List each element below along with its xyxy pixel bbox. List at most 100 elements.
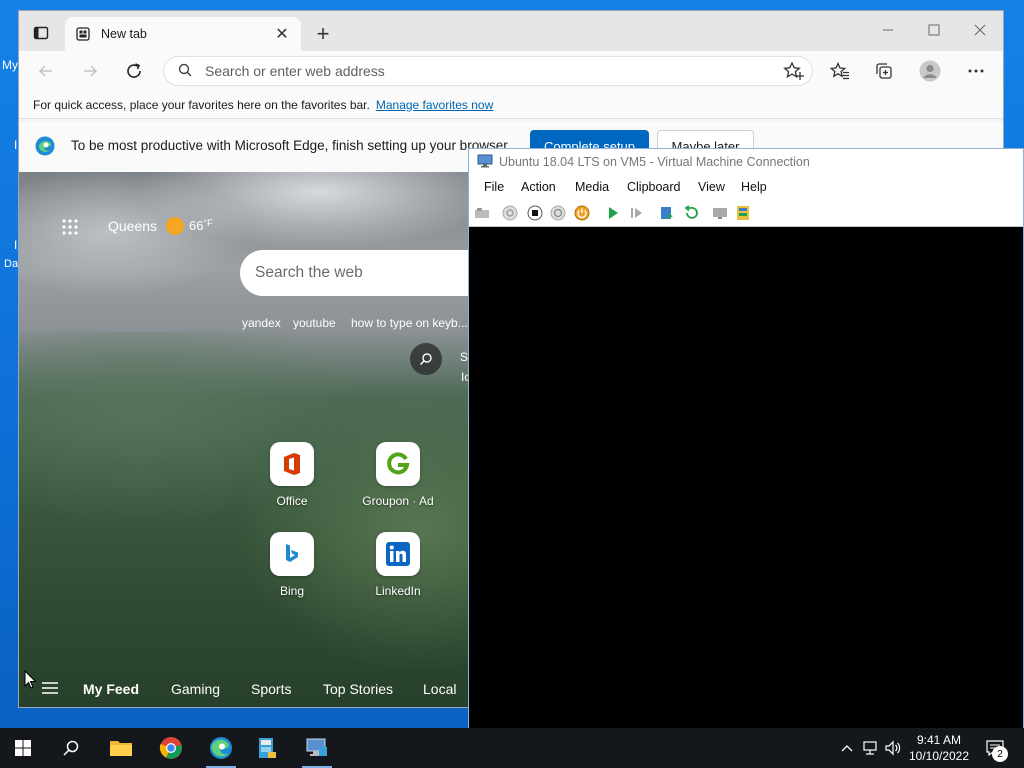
tile-label: Office xyxy=(276,494,308,508)
favorites-bar-message: For quick access, place your favorites h… xyxy=(33,97,370,112)
close-window-button[interactable] xyxy=(957,15,1003,45)
menu-file[interactable]: File xyxy=(484,180,504,194)
back-button[interactable] xyxy=(31,57,61,85)
edge-logo-icon xyxy=(35,136,55,156)
menu-clipboard[interactable]: Clipboard xyxy=(627,180,681,194)
play-icon[interactable] xyxy=(605,205,621,221)
feed-tab-my-feed[interactable]: My Feed xyxy=(83,681,139,697)
desktop-icon-label[interactable]: My xyxy=(2,58,18,72)
revert-icon[interactable] xyxy=(683,205,699,221)
chrome-icon[interactable] xyxy=(148,728,194,768)
favorites-bar: For quick access, place your favorites h… xyxy=(19,91,1003,119)
minimize-button[interactable] xyxy=(865,15,911,45)
profile-avatar-icon[interactable] xyxy=(915,57,945,85)
tab-title: New tab xyxy=(101,27,147,41)
menu-view[interactable]: View xyxy=(698,180,725,194)
weather-temperature[interactable]: 66°F xyxy=(189,218,213,233)
vm-title-bar[interactable]: Ubuntu 18.04 LTS on VM5 - Virtual Machin… xyxy=(469,149,1023,175)
tab-actions-icon[interactable] xyxy=(25,20,57,46)
edge-taskbar-icon[interactable] xyxy=(198,728,244,768)
volume-icon[interactable] xyxy=(882,728,904,768)
clock-time: 9:41 AM xyxy=(916,733,962,747)
forward-button[interactable] xyxy=(75,57,105,85)
vm-title: Ubuntu 18.04 LTS on VM5 - Virtual Machin… xyxy=(499,155,810,169)
add-favorite-icon[interactable] xyxy=(783,61,805,81)
taskbar: 9:41 AM 10/10/2022 2 xyxy=(0,728,1024,768)
tile-label: Bing xyxy=(279,584,305,598)
clock-date: 10/10/2022 xyxy=(908,749,970,763)
weather-location[interactable]: Queens xyxy=(108,218,157,234)
sunny-weather-icon xyxy=(166,217,184,235)
browser-toolbar: Search or enter web address xyxy=(19,51,1003,91)
enhanced-session-icon[interactable] xyxy=(712,205,728,221)
quick-link-groupon[interactable]: Groupon · Ad xyxy=(358,442,438,508)
vm-toolbar xyxy=(469,199,1023,227)
web-search-placeholder: Search the web xyxy=(255,264,363,281)
visual-search-button[interactable] xyxy=(410,343,442,375)
file-explorer-icon[interactable] xyxy=(98,728,144,768)
feed-tab-sports[interactable]: Sports xyxy=(251,681,291,697)
quick-link-bing[interactable]: Bing xyxy=(252,532,332,598)
address-bar[interactable]: Search or enter web address xyxy=(163,56,813,86)
show-hidden-icons-chevron-up-icon[interactable] xyxy=(836,728,858,768)
pause-step-icon[interactable] xyxy=(629,205,645,221)
app-launcher-icon[interactable] xyxy=(61,218,79,236)
hyperv-manager-icon[interactable] xyxy=(244,728,290,768)
feed-tab-top-stories[interactable]: Top Stories xyxy=(323,681,393,697)
search-icon xyxy=(177,62,193,81)
vm-monitor-icon xyxy=(477,154,493,171)
desktop-icon-label[interactable]: Da xyxy=(4,258,18,270)
mouse-cursor-icon xyxy=(24,669,38,690)
search-suggestion[interactable]: yandex xyxy=(242,316,281,330)
checkpoint-icon[interactable] xyxy=(659,205,675,221)
vm-menu-bar: File Action Media Clipboard View Help xyxy=(469,175,1023,199)
tile-label: LinkedIn xyxy=(375,584,421,598)
desktop-icon-label[interactable]: I xyxy=(14,238,17,252)
maximize-button[interactable] xyxy=(911,15,957,45)
quick-link-linkedin[interactable]: LinkedIn xyxy=(358,532,438,598)
manage-favorites-link[interactable]: Manage favorites now xyxy=(376,98,493,112)
vm-display[interactable] xyxy=(469,227,1023,729)
start-button[interactable] xyxy=(0,728,46,768)
ctrl-alt-del-icon[interactable] xyxy=(474,205,490,221)
taskbar-search-icon[interactable] xyxy=(48,728,94,768)
feed-tab-local[interactable]: Local xyxy=(423,681,456,697)
bing-icon xyxy=(270,532,314,576)
desktop-icon-label[interactable]: I xyxy=(14,138,17,152)
groupon-icon xyxy=(376,442,420,486)
vm-connection-taskbar-icon[interactable] xyxy=(294,728,340,768)
quick-link-office[interactable]: Office xyxy=(252,442,332,508)
favorites-icon[interactable] xyxy=(825,57,855,85)
menu-media[interactable]: Media xyxy=(575,180,609,194)
feed-navigation: My Feed Gaming Sports Top Stories Local xyxy=(19,668,470,707)
new-tab-button[interactable]: + xyxy=(311,23,335,47)
temperature-value: 66 xyxy=(189,218,204,233)
start-icon[interactable] xyxy=(502,205,518,221)
shutdown-icon[interactable] xyxy=(550,205,566,221)
turn-off-icon[interactable] xyxy=(527,205,543,221)
feed-tab-gaming[interactable]: Gaming xyxy=(171,681,220,697)
office-icon xyxy=(270,442,314,486)
collections-icon[interactable] xyxy=(869,57,899,85)
refresh-button[interactable] xyxy=(119,57,149,85)
search-suggestion[interactable]: how to type on keyb... xyxy=(351,316,468,330)
network-icon[interactable] xyxy=(860,728,882,768)
hamburger-menu-icon[interactable] xyxy=(41,680,59,696)
truncated-text: S xyxy=(460,350,469,364)
system-clock[interactable]: 9:41 AM 10/10/2022 xyxy=(904,732,974,764)
vm-connection-window: Ubuntu 18.04 LTS on VM5 - Virtual Machin… xyxy=(468,148,1024,729)
menu-action[interactable]: Action xyxy=(521,180,556,194)
power-icon[interactable] xyxy=(574,205,590,221)
menu-help[interactable]: Help xyxy=(741,180,767,194)
tab-new-tab[interactable]: New tab ✕ xyxy=(65,17,301,51)
close-tab-icon[interactable]: ✕ xyxy=(273,25,291,43)
tab-strip: New tab ✕ + xyxy=(19,11,1003,51)
new-tab-page: Queens 66°F Search the web yandex youtub… xyxy=(19,172,470,707)
linkedin-icon xyxy=(376,532,420,576)
new-tab-page-icon xyxy=(75,26,91,42)
background-image xyxy=(19,332,470,707)
share-icon[interactable] xyxy=(735,205,751,221)
search-suggestion[interactable]: youtube xyxy=(293,316,336,330)
web-search-box[interactable]: Search the web xyxy=(240,250,470,296)
more-options-icon[interactable] xyxy=(961,57,991,85)
